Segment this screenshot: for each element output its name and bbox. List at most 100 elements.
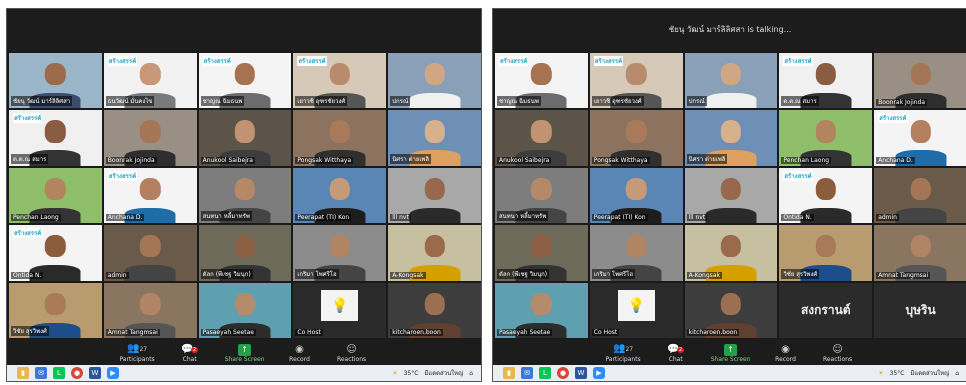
participant-body: [705, 92, 757, 109]
chat-button[interactable]: 💬2 Chat: [173, 339, 207, 367]
reactions-icon: ☺: [832, 343, 843, 355]
file-explorer-icon[interactable]: ▮: [17, 367, 29, 379]
meeting-toolbar-right: 👥27 Participants 💬2 Chat ↑ Share Screen ◉ Re…: [493, 339, 966, 367]
lightbulb-icon: 💡: [321, 290, 359, 321]
video-tile[interactable]: สนทนา หลี้มาทรัพ: [495, 167, 588, 224]
participant-head: [815, 235, 836, 258]
video-tile[interactable]: Pongsak Witthaya: [589, 110, 683, 166]
video-tile[interactable]: Peerapat (TI) Kon: [293, 167, 387, 224]
video-tile[interactable]: สร้างสรรค์ ด.ต.ณ สมาร: [779, 53, 873, 109]
video-tile[interactable]: kitcharoen.boon: [388, 282, 481, 338]
word-icon[interactable]: W: [575, 367, 587, 379]
participant-name: นิศรา ต่ายเพลิ: [390, 153, 432, 164]
participant-name: Amnat Tangmsai: [876, 271, 931, 279]
video-tile[interactable]: สร้างสรรค์ ชาญณ ฉิมธนพ: [495, 53, 588, 109]
record-button[interactable]: ◉ Record: [283, 339, 317, 367]
video-tile[interactable]: ปกรณ์: [684, 53, 778, 109]
participants-button[interactable]: 👥27 Participants: [605, 339, 640, 367]
video-tile[interactable]: สร้างสรรค์ Anchana D.: [874, 110, 966, 166]
video-tile[interactable]: Boonrak Jojinda: [103, 110, 197, 166]
line-app-icon[interactable]: L: [539, 367, 551, 379]
video-tile[interactable]: lll nvt: [388, 167, 481, 224]
video-tile[interactable]: Penchan Laong: [779, 110, 873, 166]
video-tile[interactable]: Pasaeyah Seetae: [495, 282, 588, 338]
word-icon[interactable]: W: [89, 367, 101, 379]
participant-name: Pongsak Witthaya: [591, 156, 650, 164]
participant-name: Penchan Laong: [11, 214, 61, 222]
reactions-label: Reactions: [822, 355, 853, 363]
participant-head: [625, 235, 647, 258]
video-tile[interactable]: ปกรณ์: [388, 53, 481, 109]
share-screen-button[interactable]: ↑ Share Screen: [711, 339, 751, 367]
video-tile[interactable]: สงกรานต์: [779, 282, 873, 338]
chrome-icon[interactable]: ●: [557, 367, 569, 379]
video-tile[interactable]: Anukool Saibejra: [198, 110, 292, 166]
video-tile[interactable]: 💡 Co Host: [589, 282, 683, 338]
file-explorer-icon[interactable]: ▮: [503, 367, 515, 379]
participant-name: เกริมา โพศรีโฮ: [295, 268, 339, 279]
video-tile[interactable]: สร้างสรรค์ ด.ต.ณ สมาร: [9, 110, 102, 166]
participant-head: [531, 235, 552, 258]
video-tile[interactable]: นิศรา ต่ายเพลิ: [388, 110, 481, 166]
video-tile[interactable]: บุษริน: [874, 282, 966, 338]
video-tile[interactable]: Penchan Laong: [9, 167, 102, 224]
video-tile[interactable]: นิศรา ต่ายเพลิ: [684, 110, 778, 166]
participants-button[interactable]: 👥27 Participants: [119, 339, 154, 367]
reactions-icon: ☺: [346, 343, 357, 355]
participant-name: kitcharoen.boon: [390, 329, 443, 336]
video-tile[interactable]: ดัลก (พีเชฐ วิมนุก): [198, 225, 292, 281]
video-tile[interactable]: สร้างสรรค์ เยาวชิ อุฑรชัยวงศ์: [589, 53, 683, 109]
video-tile[interactable]: สร้างสรรค์ ชาญณ ฉิมธนพ: [198, 53, 292, 109]
video-tile[interactable]: วิชัย สุรวิพงศ์: [779, 225, 873, 281]
video-tile[interactable]: 💡 Co Host: [293, 282, 387, 338]
video-tile[interactable]: Amnat Tangmsai: [874, 225, 966, 281]
virtual-bg-logo: สร้างสรรค์: [107, 170, 138, 181]
mail-icon[interactable]: ✉: [521, 367, 533, 379]
participant-name: ด.ต.ณ สมาร: [11, 153, 49, 164]
video-tile[interactable]: admin: [103, 225, 197, 281]
participant-head: [424, 292, 445, 315]
video-tile[interactable]: วิชัย สุรวิพงศ์: [9, 282, 102, 338]
video-tile[interactable]: เกริมา โพศรีโฮ: [293, 225, 387, 281]
video-tile[interactable]: A-Kongsak: [388, 225, 481, 281]
video-tile[interactable]: Amnat Tangmsai: [103, 282, 197, 338]
video-tile[interactable]: Boonrak Jojinda: [874, 53, 966, 109]
weather-desc: มีแดดส่วนใหญ่: [910, 370, 950, 377]
video-tile[interactable]: เกริมา โพศรีโฮ: [589, 225, 683, 281]
line-app-icon[interactable]: L: [53, 367, 65, 379]
chrome-icon[interactable]: ●: [71, 367, 83, 379]
share-screen-button[interactable]: ↑ Share Screen: [225, 339, 265, 367]
participant-head: [329, 62, 350, 86]
video-tile[interactable]: Pasaeyah Seetae: [198, 282, 292, 338]
participant-name: Anukool Saibejra: [497, 156, 552, 164]
participant-name: lll nvt: [390, 214, 411, 222]
video-tile[interactable]: ดัลก (พีเชฐ วิมนุก): [495, 225, 588, 281]
reactions-button[interactable]: ☺ Reactions: [821, 339, 855, 367]
video-tile[interactable]: ชัยนุ วัฒน์ มาร์ลิลิศสา: [9, 53, 102, 109]
video-tile[interactable]: สร้างสรรค์ Ontida N.: [779, 167, 873, 224]
video-tile[interactable]: kitcharoen.boon: [684, 282, 778, 338]
participant-head: [45, 120, 66, 143]
video-tile[interactable]: สร้างสรรค์ ธนวัฒน์ มั่นคงไข: [103, 53, 197, 109]
zoom-app-icon[interactable]: ▶: [593, 367, 605, 379]
video-tile[interactable]: Anukool Saibejra: [495, 110, 588, 166]
video-tile[interactable]: admin: [874, 167, 966, 224]
participant-name: สนทนา หลี้มาทรัพ: [497, 211, 549, 222]
video-tile[interactable]: Pongsak Witthaya: [293, 110, 387, 166]
video-tile[interactable]: สนทนา หลี้มาทรัพ: [198, 167, 292, 224]
virtual-bg-logo: สร้างสรรค์: [13, 228, 43, 239]
video-tile[interactable]: lll nvt: [684, 167, 778, 224]
video-tile[interactable]: A-Kongsak: [684, 225, 778, 281]
video-tile[interactable]: Peerapat (TI) Kon: [589, 167, 683, 224]
record-button[interactable]: ◉ Record: [769, 339, 803, 367]
virtual-bg-logo: สร้างสรรค์: [297, 56, 327, 66]
mail-icon[interactable]: ✉: [35, 367, 47, 379]
video-tile[interactable]: สร้างสรรค์ Anchana D.: [103, 167, 197, 224]
chat-button[interactable]: 💬2 Chat: [659, 339, 693, 367]
reactions-button[interactable]: ☺ Reactions: [335, 339, 369, 367]
participant-body: [895, 207, 947, 224]
video-tile[interactable]: สร้างสรรค์ เยาวชิ อุฑรชัยวงศ์: [293, 53, 387, 109]
chat-label: Chat: [182, 355, 197, 363]
video-tile[interactable]: สร้างสรรค์ Ontida N.: [9, 225, 102, 281]
zoom-app-icon[interactable]: ▶: [107, 367, 119, 379]
